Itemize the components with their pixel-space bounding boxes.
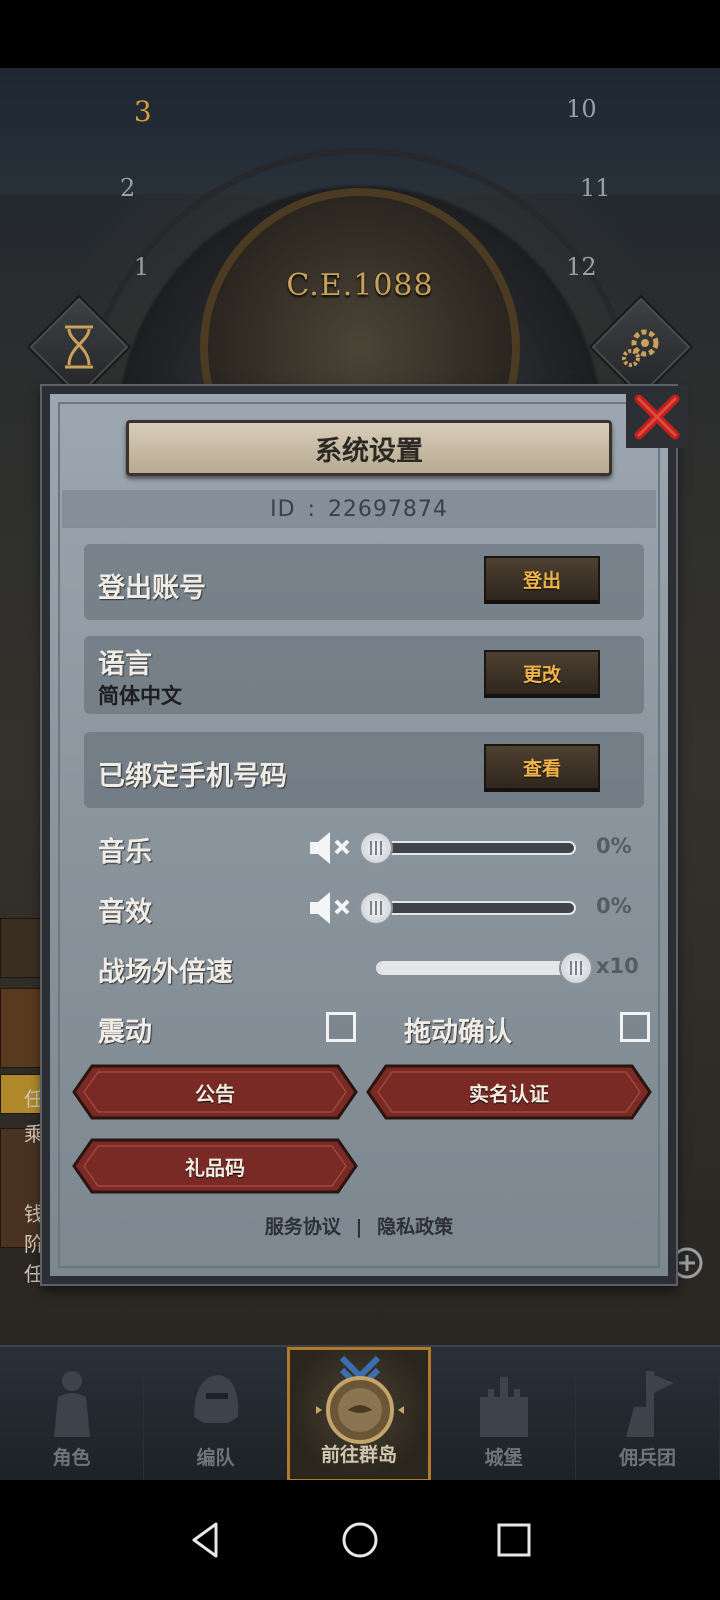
language-label: 语言	[98, 649, 152, 680]
drag-confirm-checkbox[interactable]	[620, 1012, 650, 1042]
gear-icon	[622, 329, 659, 367]
speed-label: 战场外倍速	[98, 957, 233, 988]
vibration-checkbox[interactable]	[326, 1012, 356, 1042]
month-number: 10	[566, 95, 597, 124]
real-name-label: 实名认证	[469, 1081, 549, 1106]
status-bar	[0, 0, 720, 68]
nav-label-formation: 编队	[196, 1447, 235, 1469]
id-label: ID	[270, 496, 296, 522]
nav-label-character: 角色	[52, 1447, 91, 1469]
side-text-5: 任	[24, 1262, 44, 1286]
footer-divider: |	[355, 1216, 363, 1238]
gift-code-button[interactable]: 礼品码	[72, 1138, 358, 1194]
side-quest-scroll[interactable]	[0, 918, 44, 978]
side-text-4: 阶	[24, 1232, 44, 1256]
back-icon[interactable]	[182, 1516, 230, 1564]
gift-code-label: 礼品码	[185, 1155, 245, 1180]
announcement-button[interactable]: 公告	[72, 1064, 358, 1120]
phone-label: 已绑定手机号码	[98, 761, 287, 792]
announcement-label: 公告	[195, 1081, 235, 1106]
close-icon	[634, 394, 680, 440]
side-text-3: 钱	[24, 1202, 44, 1226]
nav-item-mercenary[interactable]: 佣兵团	[576, 1347, 720, 1482]
knight-icon	[54, 1371, 90, 1437]
nav-label-mercenary: 佣兵团	[618, 1447, 676, 1469]
nav-item-islands[interactable]: 前往群岛	[287, 1347, 431, 1482]
sfx-slider[interactable]	[376, 901, 576, 915]
close-button[interactable]	[626, 386, 688, 448]
logout-button[interactable]: 登出	[484, 556, 600, 604]
real-name-button[interactable]: 实名认证	[366, 1064, 652, 1120]
home-icon[interactable]	[336, 1516, 384, 1564]
nav-label-islands: 前往群岛	[320, 1444, 397, 1466]
settings-title-scroll: 系统设置	[126, 420, 612, 476]
id-separator: :	[307, 496, 316, 522]
recents-icon[interactable]	[490, 1516, 538, 1564]
language-row: 语言 简体中文 更改	[84, 636, 644, 714]
sfx-label: 音效	[98, 897, 152, 928]
month-number: 2	[120, 174, 136, 202]
music-value: 0%	[596, 834, 632, 858]
castle-icon	[480, 1377, 528, 1437]
sfx-mute-icon[interactable]	[308, 888, 352, 928]
music-mute-icon[interactable]	[308, 828, 352, 868]
mercenary-icon	[626, 1371, 674, 1437]
nav-item-formation[interactable]: 编队	[144, 1347, 288, 1482]
player-id: ID : 22697874	[62, 490, 656, 528]
vibration-label: 震动	[98, 1017, 152, 1048]
view-phone-button[interactable]: 查看	[484, 744, 600, 792]
terms-link[interactable]: 服务协议	[265, 1216, 341, 1238]
month-number: 12	[566, 252, 597, 281]
month-number: 1	[133, 252, 150, 281]
hourglass-icon	[65, 325, 93, 369]
logout-row: 登出账号 登出	[84, 544, 644, 620]
settings-panel: 系统设置 ID : 22697874 登出账号 登出 语言 简体中文 更改 已绑…	[42, 386, 676, 1284]
side-text-1: 任	[24, 1087, 44, 1111]
island-compass-icon	[316, 1355, 404, 1444]
nav-label-castle: 城堡	[484, 1447, 523, 1469]
settings-title: 系统设置	[315, 435, 423, 467]
drag-confirm-label: 拖动确认	[404, 1017, 512, 1048]
phone-row: 已绑定手机号码 查看	[84, 732, 644, 808]
language-current: 简体中文	[98, 684, 182, 708]
speed-value: x10	[596, 954, 639, 978]
logout-label: 登出账号	[98, 573, 206, 604]
privacy-link[interactable]: 隐私政策	[377, 1216, 453, 1238]
month-number: 11	[580, 174, 611, 202]
footer-links: 服务协议 | 隐私政策	[50, 1212, 668, 1239]
music-label: 音乐	[98, 837, 152, 868]
sfx-value: 0%	[596, 894, 632, 918]
nav-item-castle[interactable]: 城堡	[432, 1347, 576, 1482]
sfx-slider-knob[interactable]	[359, 891, 393, 925]
bottom-nav: 角色 编队 前往群岛 城堡 佣兵团	[0, 1345, 720, 1482]
change-language-button[interactable]: 更改	[484, 650, 600, 698]
helmet-icon	[194, 1375, 239, 1423]
speed-slider[interactable]	[376, 961, 576, 975]
music-slider[interactable]	[376, 841, 576, 855]
system-nav-bar	[0, 1480, 720, 1600]
speed-slider-knob[interactable]	[559, 951, 593, 985]
nav-item-character[interactable]: 角色	[0, 1347, 144, 1482]
side-text-2: 乘	[24, 1122, 44, 1146]
speed-slider-fill	[378, 963, 574, 973]
id-value: 22697874	[327, 496, 448, 522]
side-quest-map[interactable]	[0, 988, 44, 1068]
month-number: 3	[133, 95, 152, 129]
music-slider-knob[interactable]	[359, 831, 393, 865]
